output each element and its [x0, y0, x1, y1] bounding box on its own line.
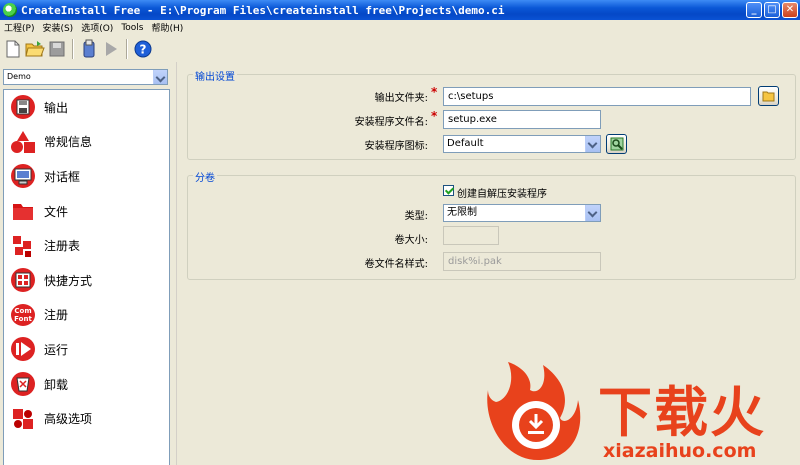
menu-bar: 工程(P) 安装(S) 选项(O) Tools 帮助(H) — [0, 20, 800, 35]
menu-setup[interactable]: 安装(S) — [38, 21, 77, 34]
com-font-icon: Com Font — [10, 302, 36, 328]
sidebar-item-label: 高级选项 — [44, 412, 93, 427]
setup-filename-input[interactable]: setup.exe — [443, 110, 601, 129]
volume-type-value: 无限制 — [447, 207, 477, 218]
sidebar-item-uninstall[interactable]: 卸载 — [4, 367, 169, 402]
shapes-icon — [10, 129, 36, 155]
sidebar-item-dialogs[interactable]: 对话框 — [4, 159, 169, 194]
required-marker: * — [431, 109, 438, 123]
sidebar-item-files[interactable]: 文件 — [4, 194, 169, 229]
watermark: 下载火 xiazaihuo.com — [478, 360, 800, 465]
volume-type-select[interactable]: 无限制 — [443, 204, 601, 222]
flame-logo-icon — [487, 362, 581, 460]
svg-text:?: ? — [140, 43, 147, 57]
output-folder-value: c:\setups — [448, 91, 494, 102]
setup-icon-value: Default — [447, 138, 484, 149]
watermark-brand: 下载火 — [598, 381, 766, 444]
browse-folder-button[interactable] — [758, 86, 779, 106]
group-title: 输出设置 — [193, 68, 237, 83]
project-select-value: Demo — [7, 72, 31, 81]
svg-text:Font: Font — [14, 315, 32, 323]
required-marker: * — [431, 85, 438, 99]
sidebar-item-register[interactable]: Com Font 注册 — [4, 298, 169, 333]
sidebar-item-label: 注册表 — [44, 239, 81, 254]
monitor-icon — [10, 163, 36, 189]
disk-icon — [10, 94, 36, 120]
build-icon[interactable] — [78, 38, 100, 60]
app-icon — [3, 3, 17, 17]
sidebar-item-label: 注册 — [44, 308, 69, 323]
setup-icon-select[interactable]: Default — [443, 135, 601, 153]
menu-tools[interactable]: Tools — [117, 23, 147, 33]
setup-icon-label: 安装程序图标: — [364, 141, 428, 152]
sidebar-item-registry[interactable]: 注册表 — [4, 228, 169, 263]
output-folder-input[interactable]: c:\setups — [443, 87, 751, 106]
title-bar: CreateInstall Free - E:\Program Files\cr… — [0, 0, 800, 20]
project-select[interactable]: Demo — [3, 69, 168, 85]
menu-project[interactable]: 工程(P) — [0, 21, 38, 34]
open-folder-icon[interactable] — [24, 38, 46, 60]
sidebar-item-label: 卸载 — [44, 377, 69, 392]
setup-filename-label: 安装程序文件名: — [354, 117, 428, 128]
group-title: 分卷 — [193, 169, 217, 184]
chevron-down-icon[interactable] — [585, 136, 600, 152]
close-button[interactable]: ✕ — [782, 2, 798, 18]
sidebar-item-label: 对话框 — [44, 169, 81, 184]
sidebar-item-label: 快捷方式 — [44, 273, 93, 288]
folder-icon — [10, 198, 36, 224]
save-icon[interactable] — [46, 38, 68, 60]
watermark-url: xiazaihuo.com — [603, 440, 757, 462]
volume-name-label: 卷文件名样式: — [364, 259, 428, 270]
svg-text:Com: Com — [14, 307, 31, 315]
sidebar-item-label: 常规信息 — [44, 135, 93, 150]
type-label: 类型: — [404, 211, 428, 222]
menu-options[interactable]: 选项(O) — [77, 21, 117, 34]
run-icon[interactable] — [100, 38, 122, 60]
registry-icon — [10, 233, 36, 259]
window-controls: _ □ ✕ — [746, 2, 798, 18]
toolbar-separator — [72, 39, 74, 59]
recycle-bin-icon — [10, 371, 36, 397]
toolbar-separator — [126, 39, 128, 59]
volume-size-input[interactable] — [443, 226, 499, 245]
chevron-down-icon[interactable] — [585, 205, 600, 221]
minimize-button[interactable]: _ — [746, 2, 762, 18]
puzzle-icon — [10, 406, 36, 432]
preview-icon-button[interactable] — [606, 134, 627, 154]
magnifier-icon — [610, 137, 623, 151]
sidebar-item-label: 输出 — [44, 100, 69, 115]
sidebar-item-run[interactable]: 运行 — [4, 332, 169, 367]
new-file-icon[interactable] — [2, 38, 24, 60]
sidebar-item-advanced[interactable]: 高级选项 — [4, 401, 169, 436]
sidebar-item-label: 运行 — [44, 342, 69, 357]
sfx-checkbox[interactable] — [443, 185, 454, 196]
setup-filename-value: setup.exe — [448, 114, 497, 125]
chevron-down-icon[interactable] — [153, 70, 167, 84]
output-folder-label: 输出文件夹: — [374, 93, 428, 104]
maximize-button[interactable]: □ — [764, 2, 780, 18]
sidebar-item-label: 文件 — [44, 204, 69, 219]
run-icon — [10, 336, 36, 362]
volume-size-label: 卷大小: — [394, 235, 428, 246]
sidebar-item-shortcuts[interactable]: 快捷方式 — [4, 263, 169, 298]
splitter[interactable] — [176, 62, 177, 465]
sidebar-item-output[interactable]: 输出 — [4, 90, 169, 125]
open-folder-icon — [762, 91, 774, 102]
menu-help[interactable]: 帮助(H) — [147, 21, 187, 34]
toolbar: ? — [0, 36, 800, 62]
sfx-checkbox-label[interactable]: 创建自解压安装程序 — [457, 185, 547, 200]
window-title: CreateInstall Free - E:\Program Files\cr… — [21, 3, 505, 17]
volume-name-value: disk%i.pak — [448, 256, 502, 267]
sidebar-item-general[interactable]: 常规信息 — [4, 125, 169, 160]
shortcut-icon — [10, 267, 36, 293]
help-icon[interactable]: ? — [132, 38, 154, 60]
sidebar: 输出 常规信息 对话框 文件 注册表 快捷方式 Com Font 注册 运行 卸… — [3, 89, 170, 465]
volume-name-input[interactable]: disk%i.pak — [443, 252, 601, 271]
